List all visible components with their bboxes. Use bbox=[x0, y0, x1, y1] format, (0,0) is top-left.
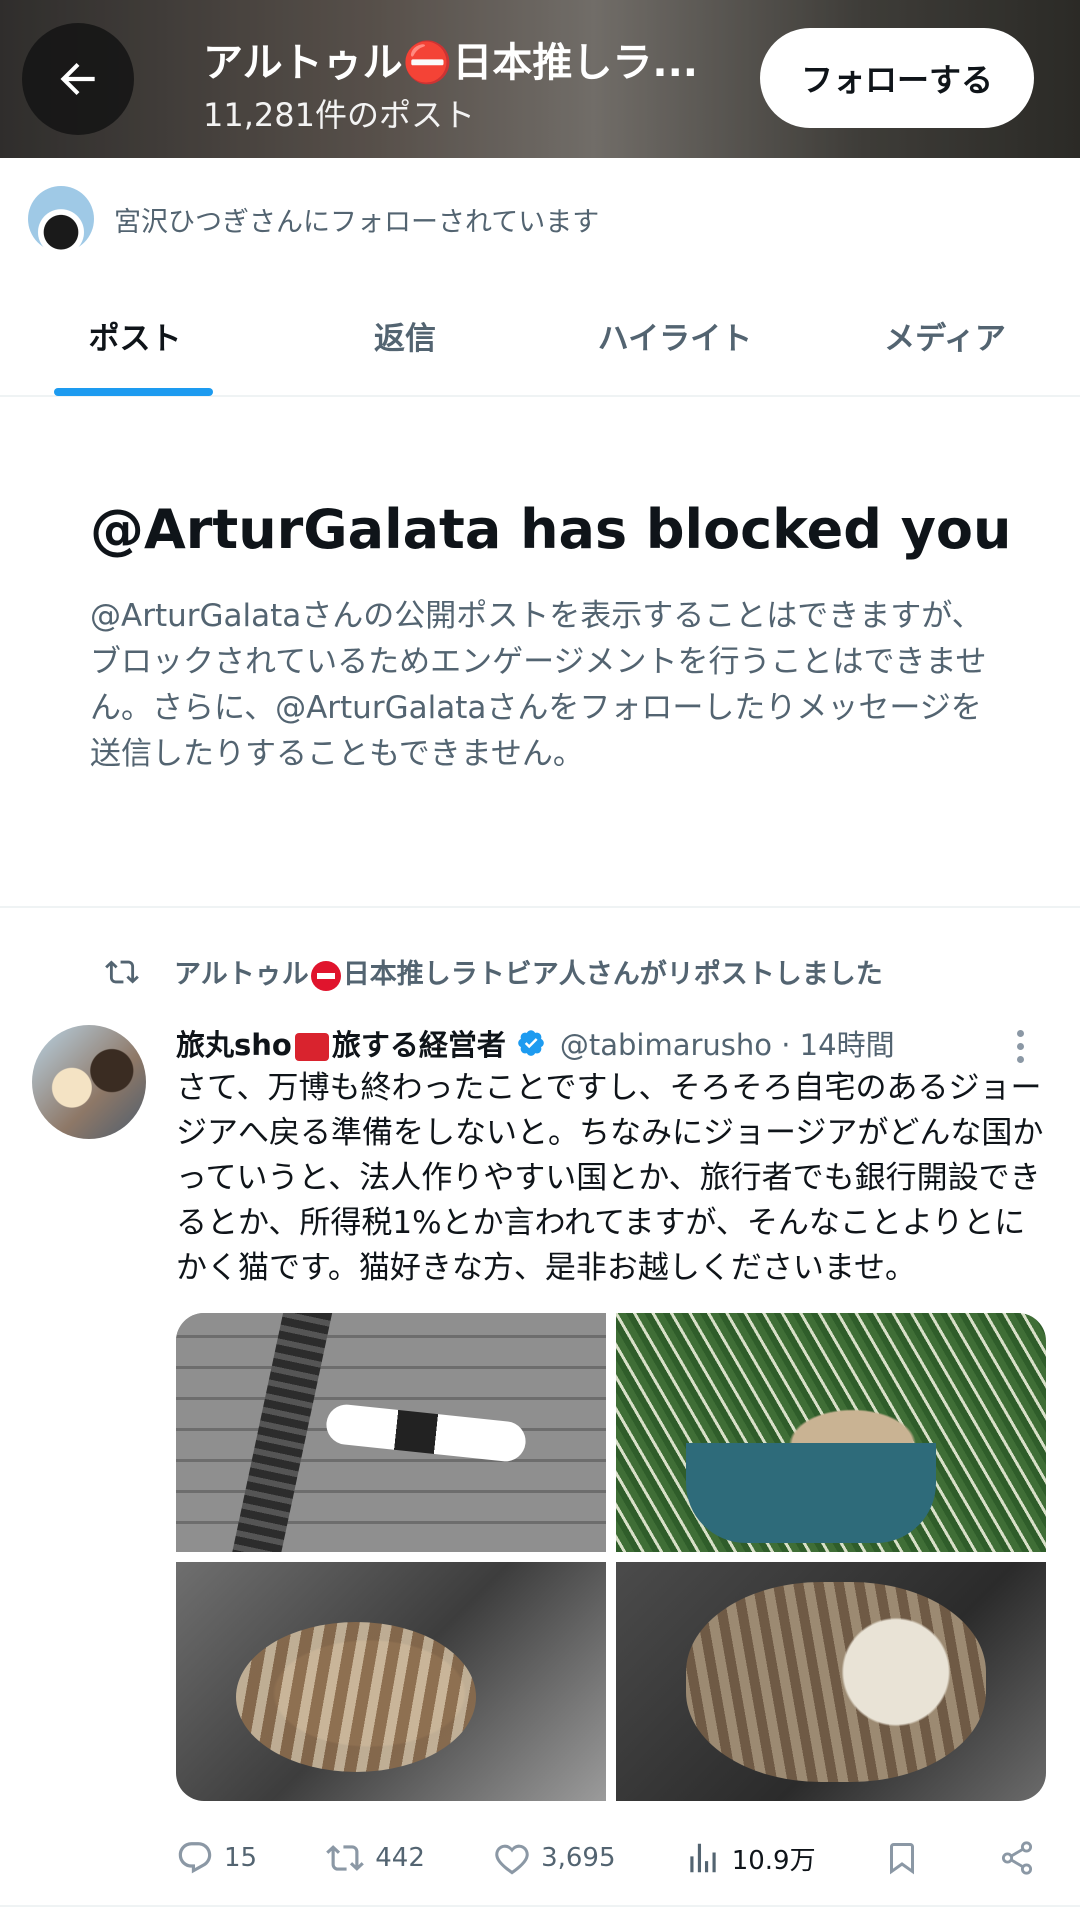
follower-avatar bbox=[28, 186, 94, 252]
tab-label: ハイライト bbox=[597, 320, 753, 357]
reply-button[interactable]: 15 bbox=[176, 1839, 257, 1877]
followed-by-text: 宮沢ひつぎさんにフォローされています bbox=[114, 206, 600, 238]
repost-button[interactable]: 442 bbox=[325, 1839, 425, 1877]
repost-count: 442 bbox=[375, 1843, 425, 1873]
author-handle-time[interactable]: @tabimarusho · 14時間 bbox=[560, 1022, 895, 1064]
media-photo-1[interactable] bbox=[176, 1313, 606, 1552]
media-photo-2[interactable] bbox=[616, 1313, 1046, 1552]
views-count: 10.9万 bbox=[731, 1845, 816, 1876]
share-icon bbox=[1001, 1841, 1032, 1875]
bookmark-button[interactable] bbox=[884, 1838, 930, 1878]
bookmark-icon bbox=[889, 1843, 914, 1875]
follow-button[interactable]: フォローする bbox=[760, 28, 1034, 128]
arrow-left-icon bbox=[60, 62, 95, 96]
divider bbox=[0, 1905, 1080, 1907]
views-button[interactable]: 10.9万 bbox=[684, 1839, 816, 1877]
author-avatar[interactable] bbox=[32, 1025, 146, 1139]
tab-highlights[interactable]: ハイライト bbox=[540, 275, 810, 395]
tweet-header: 旅丸sho 旅する経営者 @tabimarusho · 14時間 bbox=[176, 1022, 1006, 1064]
back-button[interactable] bbox=[22, 23, 134, 135]
tab-media[interactable]: メディア bbox=[810, 275, 1080, 395]
author-name-part2: 旅する経営者 bbox=[331, 1028, 506, 1062]
blocked-description: @ArturGalataさんの公開ポストを表示することはできますが、ブロックされ… bbox=[90, 598, 987, 772]
tweet-text: さて、万博も終わったことですし、そろそろ自宅のあるジョージアへ戻る準備をしないと… bbox=[176, 1070, 1044, 1286]
repost-label: 日本推しラトビア人さんがリポストしました bbox=[342, 959, 883, 990]
reply-icon bbox=[178, 1842, 212, 1874]
tab-active-indicator bbox=[54, 388, 213, 396]
heart-icon bbox=[495, 1844, 529, 1875]
divider bbox=[0, 906, 1080, 908]
repost-text: アルトゥル 日本推しラトビア人さんがリポストしました bbox=[174, 952, 883, 991]
author-name-part1: 旅丸sho bbox=[176, 1028, 292, 1062]
repost-indicator[interactable]: アルトゥル 日本推しラトビア人さんがリポストしました bbox=[100, 952, 883, 991]
tab-label: 返信 bbox=[374, 320, 436, 357]
profile-tabs: ポスト 返信 ハイライト メディア bbox=[0, 275, 1080, 397]
repost-name-prefix: アルトゥル bbox=[174, 959, 309, 990]
like-button[interactable]: 3,695 bbox=[493, 1839, 616, 1877]
share-button[interactable] bbox=[998, 1839, 1046, 1877]
like-count: 3,695 bbox=[541, 1843, 616, 1873]
tab-posts[interactable]: ポスト bbox=[0, 275, 270, 396]
stop-icon bbox=[310, 960, 341, 991]
tweet-actions: 15 442 3,695 10.9万 bbox=[176, 1830, 1046, 1886]
followed-by-row[interactable]: 宮沢ひつぎさんにフォローされています bbox=[28, 186, 599, 252]
views-chart-icon bbox=[690, 1843, 716, 1873]
repost-action-icon bbox=[326, 1845, 365, 1871]
tab-label: ポスト bbox=[88, 320, 182, 357]
profile-header: アルトゥル⛔日本推しラ... 11,281件のポスト フォローする bbox=[0, 0, 1080, 158]
profile-name: アルトゥル⛔日本推しラ... bbox=[203, 40, 698, 86]
reply-count: 15 bbox=[224, 1843, 258, 1873]
more-options-icon[interactable] bbox=[1000, 1024, 1040, 1068]
author-name[interactable]: 旅丸sho 旅する経営者 bbox=[176, 1022, 506, 1064]
book-icon bbox=[294, 1033, 329, 1061]
blocked-title: @ArturGalata has blocked you bbox=[90, 498, 1012, 561]
tab-replies[interactable]: 返信 bbox=[270, 275, 540, 395]
media-photo-3[interactable] bbox=[176, 1562, 606, 1801]
tweet-media-grid bbox=[176, 1313, 1046, 1801]
tab-label: メディア bbox=[884, 320, 1006, 357]
media-photo-4[interactable] bbox=[616, 1562, 1046, 1801]
repost-icon bbox=[105, 960, 139, 983]
post-count: 11,281件のポスト bbox=[203, 96, 475, 134]
verified-badge-icon bbox=[518, 1030, 544, 1056]
